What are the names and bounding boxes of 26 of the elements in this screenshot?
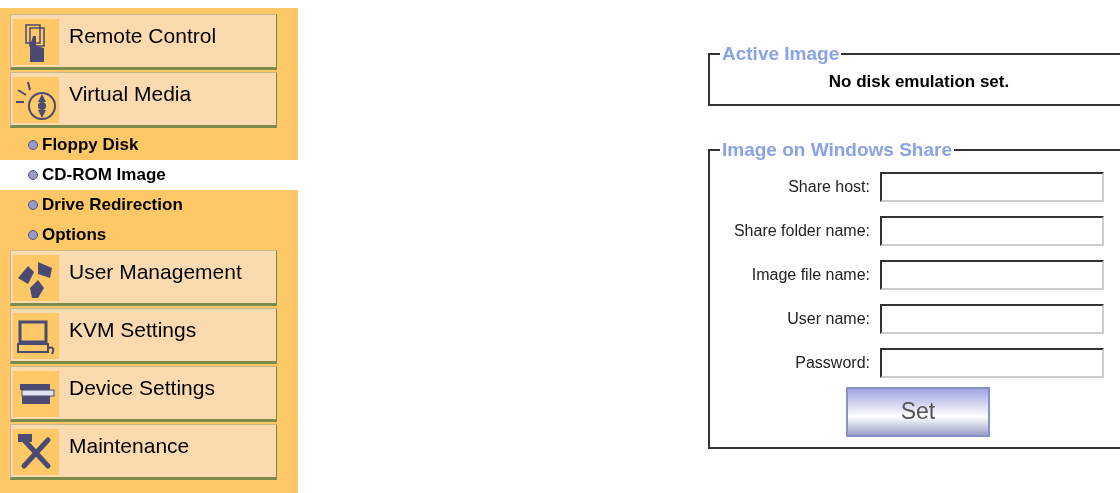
menu-button[interactable]: Remote Control (10, 14, 277, 70)
field-label: Password: (794, 352, 871, 373)
input-field[interactable] (880, 215, 1104, 246)
panel-legend: Image on Windows Share (720, 136, 954, 165)
input-field[interactable] (880, 347, 1104, 378)
status-message: No disk emulation set. (827, 70, 1011, 93)
bullet-icon (28, 200, 38, 210)
field-label: Image file name: (750, 264, 871, 285)
field-label: Share folder name: (732, 220, 871, 241)
menu-button[interactable]: KVM Settings (10, 308, 277, 364)
input-field[interactable] (880, 303, 1104, 334)
panel-legend: Active Image (720, 40, 842, 69)
set-button[interactable]: Set (846, 386, 990, 437)
submenu-link[interactable]: CD-ROM Image (0, 160, 298, 190)
input-field[interactable] (880, 259, 1104, 290)
bullet-icon (28, 170, 38, 180)
bullet-icon (28, 140, 38, 150)
menu-button[interactable]: Virtual Media (10, 72, 277, 128)
menu-icon (16, 80, 56, 120)
menu-button[interactable]: Device Settings (10, 366, 277, 422)
bullet-icon (28, 230, 38, 240)
menu-button[interactable]: Maintenance (10, 424, 277, 480)
field-label: User name: (786, 308, 871, 329)
field-label: Share host: (787, 176, 871, 197)
menu-button[interactable]: User Management (10, 250, 277, 306)
input-field[interactable] (880, 171, 1104, 202)
